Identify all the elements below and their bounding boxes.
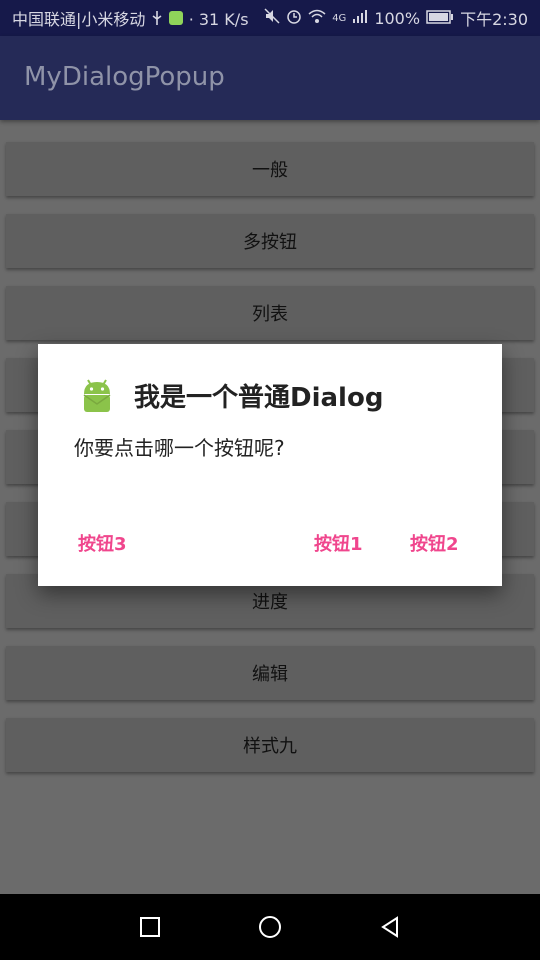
dialog-message: 你要点击哪一个按钮呢?: [74, 436, 285, 460]
alert-dialog: 我是一个普通Dialog 你要点击哪一个按钮呢? 按钮3 按钮1 按钮2: [38, 344, 502, 586]
status-left: 中国联通|小米移动 · 31 K/s: [12, 6, 264, 31]
back-triangle-icon[interactable]: [375, 912, 405, 942]
circle-icon[interactable]: [255, 912, 285, 942]
wifi-icon: [308, 8, 326, 28]
app-notification-icon: [168, 10, 184, 30]
app-title: MyDialogPopup: [24, 62, 225, 92]
navigation-bar: [0, 894, 540, 960]
clock: 下午2:30: [460, 10, 528, 29]
signal-icon: [352, 8, 368, 28]
app-bar: MyDialogPopup: [0, 36, 540, 120]
usb-icon: [151, 10, 163, 30]
button-3[interactable]: 按钮3: [78, 530, 127, 556]
mute-icon: [264, 8, 280, 28]
battery-icon: [426, 9, 454, 28]
button-1[interactable]: 按钮1: [314, 530, 363, 556]
square-icon[interactable]: [135, 912, 165, 942]
alarm-icon: [286, 8, 302, 28]
carrier-label: 中国联通|小米移动: [12, 9, 146, 29]
status-right: 4G 100% 下午2:30: [264, 6, 528, 30]
network-type-label: 4G: [332, 12, 347, 24]
android-icon: [83, 379, 111, 412]
dialog-header: 我是一个普通Dialog: [76, 374, 383, 416]
button-2[interactable]: 按钮2: [410, 530, 459, 556]
status-bar: 中国联通|小米移动 · 31 K/s 4G 100% 下午2:30: [0, 0, 540, 36]
dialog-title: 我是一个普通Dialog: [134, 382, 384, 413]
network-speed: · 31 K/s: [188, 9, 249, 29]
battery-percent: 100%: [374, 8, 421, 28]
